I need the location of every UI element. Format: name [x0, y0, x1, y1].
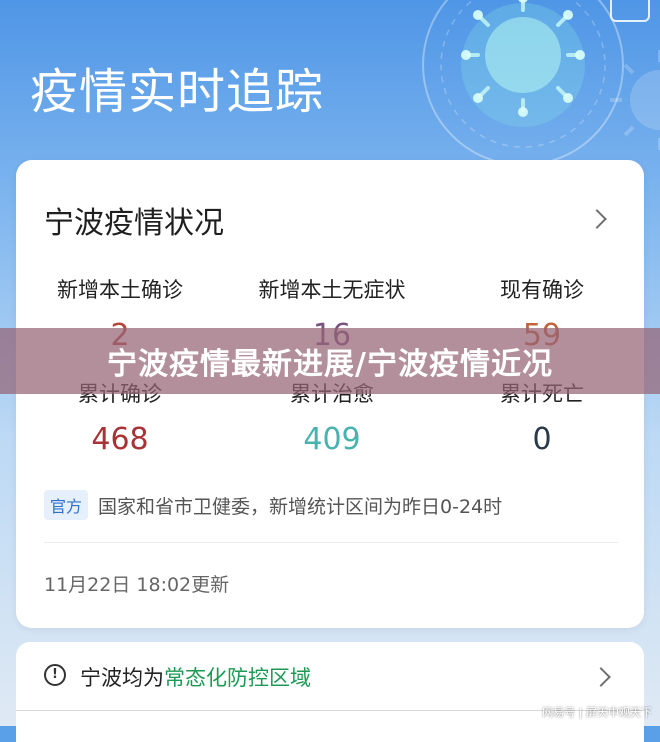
virus-icon — [422, 0, 624, 166]
chevron-right-icon[interactable] — [591, 667, 611, 687]
stat-value: 409 — [303, 422, 361, 457]
risk-text: 宁波均为常态化防控区域 — [80, 662, 311, 692]
card-title: 宁波疫情状况 — [44, 206, 224, 241]
divider — [44, 542, 618, 543]
risk-prefix: 宁波均为 — [80, 666, 164, 690]
chevron-right-icon[interactable] — [587, 209, 607, 229]
official-badge: 官方 — [44, 490, 89, 520]
headline-banner: 宁波疫情最新进展/宁波疫情近况 — [0, 328, 660, 394]
stat-label: 新增本土确诊 — [57, 278, 183, 302]
ningbo-status-card[interactable]: 宁波疫情状况 新增本土确诊 2 新增本土无症状 16 现有确诊 59 累计确诊 … — [16, 160, 644, 628]
source-text: 国家和省市卫健委，新增统计区间为昨日0-24时 — [98, 495, 503, 518]
stat-value: 468 — [91, 422, 149, 457]
info-icon: ! — [44, 664, 66, 686]
headline-text: 宁波疫情最新进展/宁波疫情近况 — [107, 347, 553, 382]
update-timestamp: 11月22日 18:02更新 — [44, 574, 230, 596]
risk-highlight: 常态化防控区域 — [164, 666, 311, 690]
source-note: 官方 国家和省市卫健委，新增统计区间为昨日0-24时 — [44, 490, 502, 520]
watermark: 网易号 | 屏天中观天下 — [542, 706, 652, 719]
risk-level-row[interactable]: ! 宁波均为常态化防控区域 — [16, 642, 644, 742]
page-title: 疫情实时追踪 — [30, 64, 325, 120]
share-icon[interactable] — [610, 0, 650, 22]
stat-value: 0 — [532, 422, 552, 457]
stat-label: 现有确诊 — [500, 278, 584, 302]
virus-decoration-icon — [610, 50, 660, 150]
stat-label: 新增本土无症状 — [258, 278, 406, 302]
